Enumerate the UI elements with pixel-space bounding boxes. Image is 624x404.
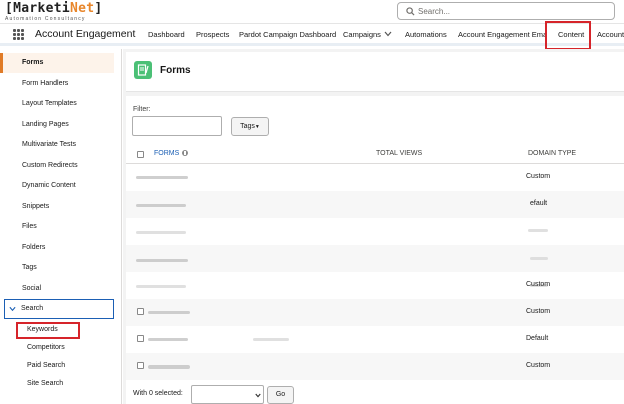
sidebar-item-multivariate-tests[interactable]: Multivariate Tests [22, 141, 76, 148]
sidebar-item-site-search[interactable]: Site Search [27, 380, 63, 387]
sidebar-item-competitors[interactable]: Competitors [27, 344, 65, 351]
blurred-form-name [136, 204, 186, 207]
top-header: [MarketiNet] Automation Consultancy [0, 0, 624, 24]
domain-type-cell: Custom [526, 308, 551, 315]
sidebar-item-landing-pages[interactable]: Landing Pages [22, 121, 69, 128]
content-tab-highlight [545, 21, 591, 50]
logo-wordmark: [MarketiNet] [5, 1, 102, 16]
app-launcher-icon[interactable] [13, 29, 24, 40]
table-row[interactable] [126, 245, 624, 272]
sidebar-section-label: Search [21, 305, 44, 312]
caret-down-icon: ▼ [254, 124, 260, 130]
blurred-form-name [148, 365, 190, 369]
sidebar-item-custom-redirects[interactable]: Custom Redirects [22, 162, 78, 169]
domain-type-cell: Custom [526, 173, 551, 180]
page-title: Forms [160, 65, 191, 76]
forms-icon [134, 61, 152, 79]
blurred-form-name [148, 311, 190, 314]
page-header: Forms [126, 52, 624, 92]
sidebar-item-folders[interactable]: Folders [22, 244, 45, 251]
global-search[interactable] [397, 2, 615, 20]
blurred-domain [528, 229, 548, 232]
logo-text-b: Net [70, 1, 95, 16]
info-icon [182, 150, 189, 156]
logo-text-a: Marketi [13, 1, 71, 16]
nav-prospects[interactable]: Prospects [196, 30, 229, 39]
domain-type-cell: Default [526, 335, 549, 342]
chevron-down-icon[interactable] [384, 31, 392, 37]
nav-campaigns[interactable]: Campaigns [343, 30, 381, 39]
table-row[interactable] [126, 326, 624, 353]
logo-bracket-open: [ [5, 1, 14, 16]
nav-dashboard[interactable]: Dashboard [148, 30, 185, 39]
blurred-form-name [148, 338, 188, 341]
logo-tagline: Automation Consultancy [5, 16, 86, 22]
sidebar-item-form-handlers[interactable]: Form Handlers [22, 80, 68, 87]
sidebar-item-paid-search[interactable]: Paid Search [27, 362, 65, 369]
blurred-form-name [136, 285, 186, 288]
search-input[interactable] [418, 5, 608, 17]
domain-type-cell: Custom [526, 362, 551, 369]
filter-label: Filter: [133, 106, 151, 113]
domain-type-cell: Custom [526, 281, 551, 288]
sidebar-item-layout-templates[interactable]: Layout Templates [22, 100, 77, 107]
go-button[interactable]: Go [267, 386, 294, 404]
tags-button[interactable]: Tags▼ [231, 117, 269, 136]
sidebar-section-search[interactable]: Search [4, 299, 114, 319]
domain-type-cell: efault [530, 200, 548, 207]
chevron-down-icon [255, 393, 261, 398]
search-icon [406, 7, 415, 16]
sidebar-item-forms[interactable]: Forms [0, 53, 114, 73]
row-checkbox[interactable] [137, 335, 144, 342]
with-selected-label: With 0 selected: [133, 390, 183, 397]
row-checkbox[interactable] [137, 362, 144, 369]
nav-pardot-campaign-dashboard[interactable]: Pardot Campaign Dashboard [239, 30, 336, 39]
select-all-checkbox[interactable] [137, 151, 144, 158]
bulk-action-select[interactable] [191, 385, 264, 404]
chevron-down-icon [9, 306, 16, 312]
blurred-form-name [136, 231, 186, 234]
table-row[interactable] [126, 218, 624, 245]
tags-button-label: Tags [240, 123, 255, 130]
sidebar-item-social[interactable]: Social [22, 285, 41, 292]
sidebar-item-dynamic-content[interactable]: Dynamic Content [22, 182, 76, 189]
nav-account[interactable]: Account [597, 30, 624, 39]
column-forms-label: FORMS [154, 150, 180, 157]
nav-account-engagement-email[interactable]: Account Engagement Email [458, 30, 545, 39]
app-name: Account Engagement [35, 28, 136, 40]
blurred-form-name [136, 176, 188, 179]
sidebar-item-tags[interactable]: Tags [22, 264, 37, 271]
sidebar-item-snippets[interactable]: Snippets [22, 203, 49, 210]
marketinet-logo[interactable]: [MarketiNet] Automation Consultancy [5, 1, 102, 22]
filter-input[interactable] [132, 116, 222, 136]
table-row[interactable] [126, 191, 624, 218]
keywords-highlight [16, 322, 80, 339]
logo-bracket-close: ] [94, 1, 103, 16]
row-checkbox[interactable] [137, 308, 144, 315]
blurred-domain [530, 257, 548, 260]
column-forms[interactable]: FORMS [154, 150, 189, 157]
column-domain-type[interactable]: DOMAIN TYPE [528, 150, 576, 157]
sidebar-item-files[interactable]: Files [22, 223, 37, 230]
sidebar-item-label: Forms [22, 59, 44, 66]
nav-automations[interactable]: Automations [405, 30, 447, 39]
column-total-views[interactable]: TOTAL VIEWS [376, 150, 422, 157]
blurred-form-name [136, 259, 188, 262]
blurred-form-detail [253, 338, 289, 341]
app-nav-bar: Account Engagement Dashboard Prospects P… [0, 24, 624, 46]
